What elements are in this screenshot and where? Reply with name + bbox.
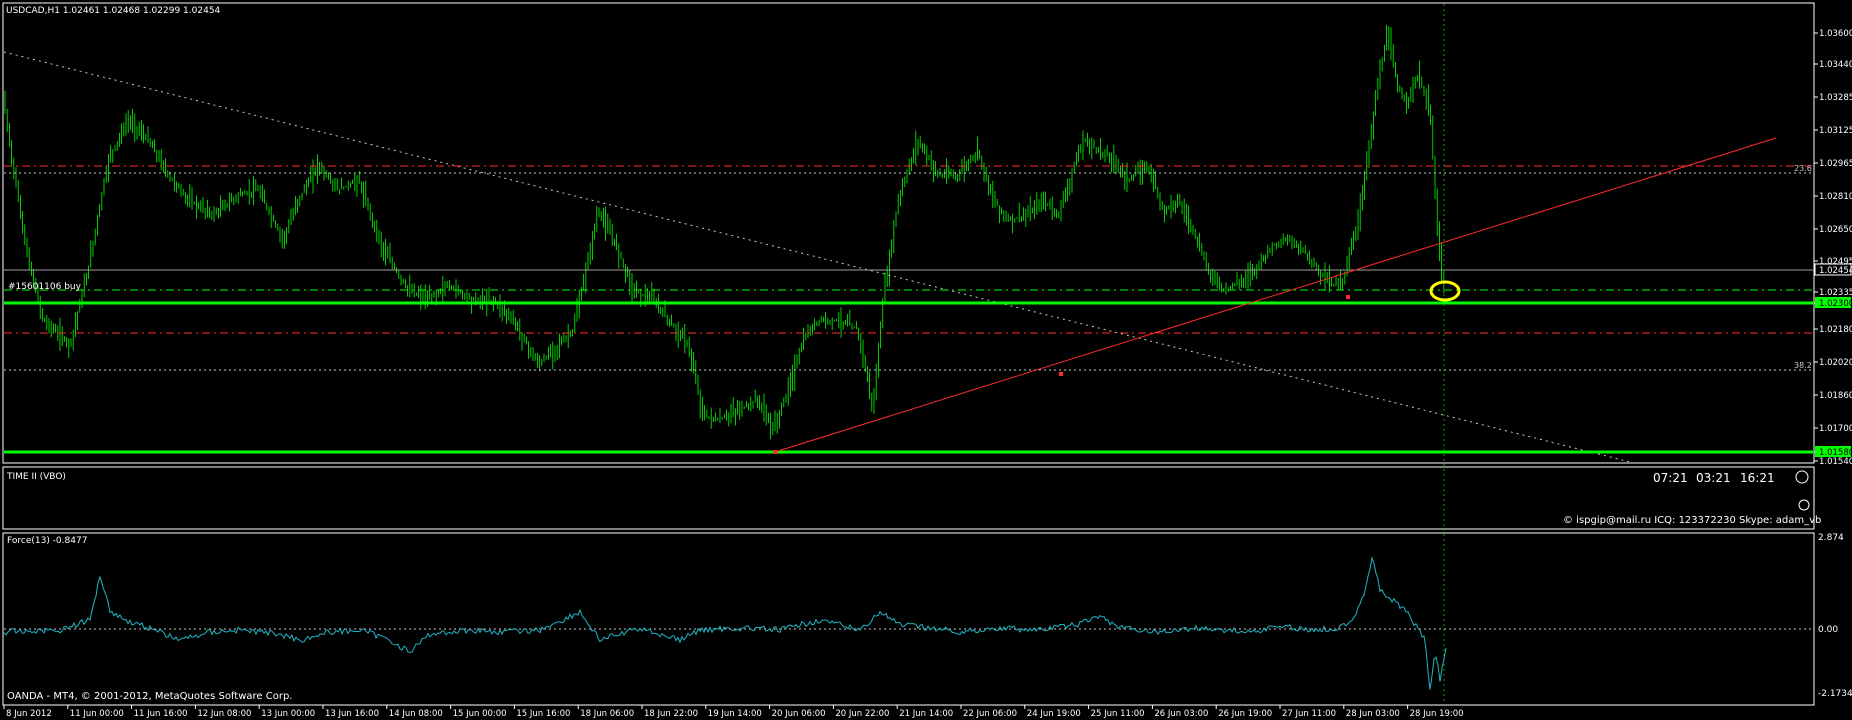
time-label: 25 Jun 11:00 — [1091, 709, 1145, 719]
time-label: 28 Jun 19:00 — [1410, 709, 1464, 719]
time-label: 19 Jun 14:00 — [708, 709, 762, 719]
price-candles — [4, 24, 1445, 440]
price-label: 1.03600 — [1819, 29, 1852, 39]
price-label: 1.02650 — [1819, 225, 1852, 235]
price-label: 1.02020 — [1819, 358, 1852, 368]
time-label: 13 Jun 16:00 — [325, 709, 379, 719]
time-label: 11 Jun 16:00 — [134, 709, 188, 719]
time-label: 20 Jun 06:00 — [772, 709, 826, 719]
price-label: 1.03125 — [1819, 126, 1852, 136]
time-label: 18 Jun 06:00 — [580, 709, 634, 719]
rising-trend-line[interactable] — [774, 137, 1777, 453]
copyright-footer: OANDA - MT4, © 2001-2012, MetaQuotes Sof… — [7, 691, 292, 702]
time-label: 21 Jun 14:00 — [899, 709, 953, 719]
price-axis: 1.03600 1.03440 1.03285 1.03125 1.02965 1.028… — [1814, 29, 1852, 467]
price-label: 1.02454 — [1819, 266, 1852, 276]
time-2: 03:21 — [1696, 471, 1731, 485]
fib-label-23-6: 23.6 — [1794, 164, 1812, 173]
time-label: 20 Jun 22:00 — [835, 709, 889, 719]
clock-icon — [1795, 470, 1810, 511]
time-label: 24 Jun 19:00 — [1027, 709, 1081, 719]
time-1: 07:21 — [1653, 471, 1688, 485]
time-label: 11 Jun 00:00 — [70, 709, 124, 719]
price-label: 1.03285 — [1819, 93, 1852, 103]
price-label: 1.01860 — [1819, 391, 1852, 401]
highlight-ellipse — [1429, 280, 1461, 302]
price-label: 1.02300 — [1819, 299, 1852, 309]
time-label: 14 Jun 08:00 — [389, 709, 443, 719]
time-3: 16:21 — [1740, 471, 1775, 485]
trend-anchor-1 — [773, 450, 777, 454]
time-label: 27 Jun 11:00 — [1282, 709, 1336, 719]
trading-chart[interactable]: 1.03600 1.03440 1.03285 1.03125 1.02965 1.028… — [0, 0, 1852, 720]
force-panel-frame — [2, 532, 1815, 706]
force-axis-zero: 0.00 — [1818, 625, 1838, 635]
time-label: 22 Jun 06:00 — [963, 709, 1017, 719]
symbol-header: USDCAD,H1 1.02461 1.02468 1.02299 1.0245… — [6, 6, 221, 16]
time-axis: 8 Jun 2012 11 Jun 00:00 11 Jun 16:00 12 Jun… — [3, 705, 1464, 719]
price-label: 1.01700 — [1819, 424, 1852, 434]
price-label: 1.02810 — [1819, 192, 1852, 202]
time-label: 15 Jun 16:00 — [516, 709, 570, 719]
force-title: Force(13) -0.8477 — [7, 536, 87, 546]
price-label: 1.03440 — [1819, 60, 1852, 70]
time-panel-title: TIME II (VBO) — [6, 472, 66, 482]
force-axis-min: -2.1734 — [1818, 689, 1852, 699]
price-label: 1.02180 — [1819, 325, 1852, 335]
force-index-line — [3, 555, 1447, 690]
time-label: 12 Jun 08:00 — [197, 709, 251, 719]
time-label: 15 Jun 00:00 — [453, 709, 507, 719]
price-panel-frame — [2, 2, 1815, 464]
contact-info: © ispgip@mail.ru ICQ: 123372230 Skype: a… — [1563, 515, 1821, 526]
descending-trend-line — [3, 51, 1631, 463]
time-panel-frame — [2, 466, 1815, 530]
trend-anchor-3 — [1346, 295, 1350, 299]
force-axis-max: 2.874 — [1818, 533, 1844, 543]
time-label: 13 Jun 00:00 — [261, 709, 315, 719]
trend-anchor-2 — [1059, 372, 1063, 376]
price-label: 1.02335 — [1819, 288, 1852, 298]
time-label: 28 Jun 03:00 — [1346, 709, 1400, 719]
time-label: 26 Jun 19:00 — [1218, 709, 1272, 719]
price-label: 1.01540 — [1819, 457, 1852, 467]
time-label: 8 Jun 2012 — [6, 709, 52, 719]
order-label: #15601106 buy — [8, 282, 82, 292]
time-label: 18 Jun 22:00 — [644, 709, 698, 719]
fib-label-38-2: 38.2 — [1794, 361, 1812, 370]
price-label: 1.02965 — [1819, 159, 1852, 169]
time-label: 26 Jun 03:00 — [1154, 709, 1208, 719]
